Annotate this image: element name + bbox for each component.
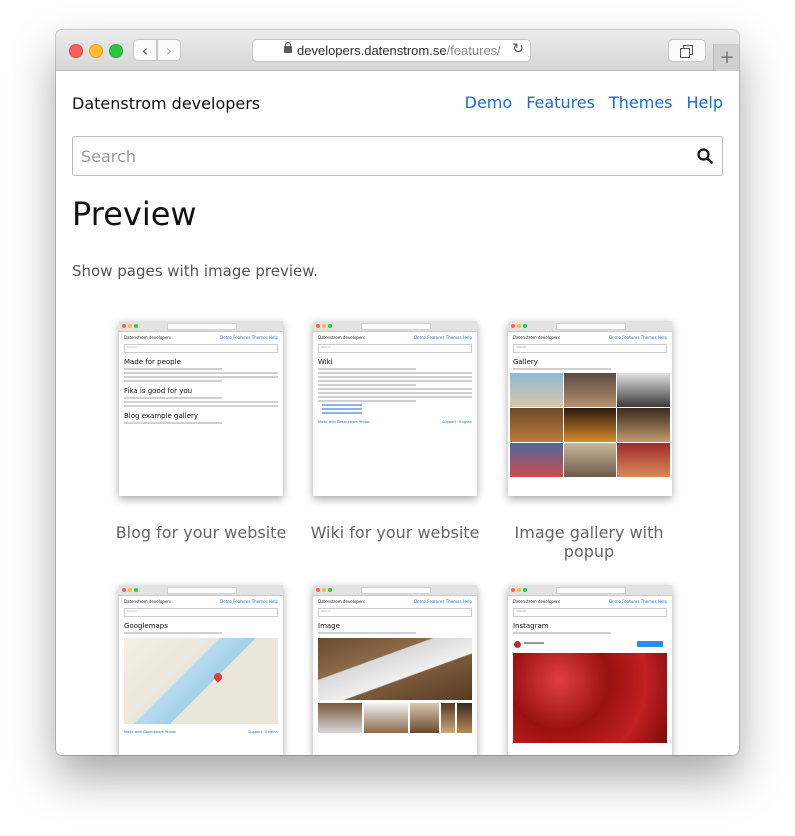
new-tab-button[interactable]: + xyxy=(713,44,739,71)
menu-item-themes[interactable]: Themes xyxy=(609,93,673,112)
thumbnail-caption[interactable]: Image gallery with popup xyxy=(492,523,686,561)
back-button[interactable]: ‹ xyxy=(133,39,157,61)
instagram-header xyxy=(513,639,667,651)
site-name[interactable]: Datenstrom developers xyxy=(72,94,260,113)
minimize-window-icon[interactable] xyxy=(89,44,103,58)
thumbnail-caption[interactable]: Wiki for your website xyxy=(298,523,492,542)
gallery-grid xyxy=(510,373,670,477)
browser-titlebar: ‹ › developers.datenstrom.se/features/ ↻… xyxy=(56,30,739,71)
reload-icon[interactable]: ↻ xyxy=(512,41,524,57)
instagram-photo xyxy=(513,653,667,743)
thumb-heading: Wiki xyxy=(318,358,333,366)
forward-button[interactable]: › xyxy=(157,39,181,61)
address-text: developers.datenstrom.se/features/ xyxy=(297,43,501,58)
search-icon[interactable] xyxy=(697,148,713,164)
thumbnail-caption[interactable]: Blog for your website xyxy=(104,523,298,542)
search-input[interactable] xyxy=(73,137,689,175)
preview-thumbnail-instagram[interactable]: Datenstrom developers Demo Features Theme… xyxy=(508,585,672,755)
preview-thumbnail-blog[interactable]: Datenstrom developers Demo Features Theme… xyxy=(119,321,283,496)
avatar xyxy=(514,641,521,648)
map-pin-icon xyxy=(212,671,224,683)
page-description: Show pages with image preview. xyxy=(72,262,318,280)
site-menu: Demo Features Themes Help xyxy=(465,93,723,112)
thumb-heading: Googlemaps xyxy=(124,622,168,630)
browser-window: ‹ › developers.datenstrom.se/features/ ↻… xyxy=(56,30,739,755)
thumb-heading: Image xyxy=(318,622,340,630)
preview-thumbnail-image[interactable]: Datenstrom developers Demo Features Theme… xyxy=(313,585,477,755)
address-bar[interactable]: developers.datenstrom.se/features/ ↻ xyxy=(252,39,531,62)
view-profile-button[interactable] xyxy=(637,641,663,647)
page-title: Preview xyxy=(72,195,197,233)
show-tabs-button[interactable] xyxy=(668,39,706,62)
chevron-left-icon: ‹ xyxy=(141,40,149,60)
thumb-heading: Fika is good for you xyxy=(124,387,193,395)
menu-item-features[interactable]: Features xyxy=(526,93,595,112)
menu-item-help[interactable]: Help xyxy=(687,93,723,112)
lock-icon xyxy=(284,42,292,53)
thumb-heading: Instagram xyxy=(513,622,549,630)
menu-item-demo[interactable]: Demo xyxy=(465,93,513,112)
image-preview xyxy=(318,638,472,700)
close-window-icon[interactable] xyxy=(69,44,83,58)
thumb-heading: Blog example gallery xyxy=(124,412,199,420)
preview-thumbnail-gallery[interactable]: Datenstrom developers Demo Features Theme… xyxy=(508,321,672,496)
thumb-heading: Made for people xyxy=(124,358,181,366)
thumb-heading: Gallery xyxy=(513,358,538,366)
page-content: Datenstrom developers Demo Features Them… xyxy=(56,71,739,755)
zoom-window-icon[interactable] xyxy=(109,44,123,58)
chevron-right-icon: › xyxy=(165,40,173,60)
image-strip xyxy=(318,703,472,733)
preview-thumbnail-googlemaps[interactable]: Datenstrom developers Demo Features Theme… xyxy=(119,585,283,755)
search-box xyxy=(72,136,723,176)
preview-thumbnail-wiki[interactable]: Datenstrom developers Demo Features Theme… xyxy=(313,321,477,496)
map-preview xyxy=(124,638,278,724)
